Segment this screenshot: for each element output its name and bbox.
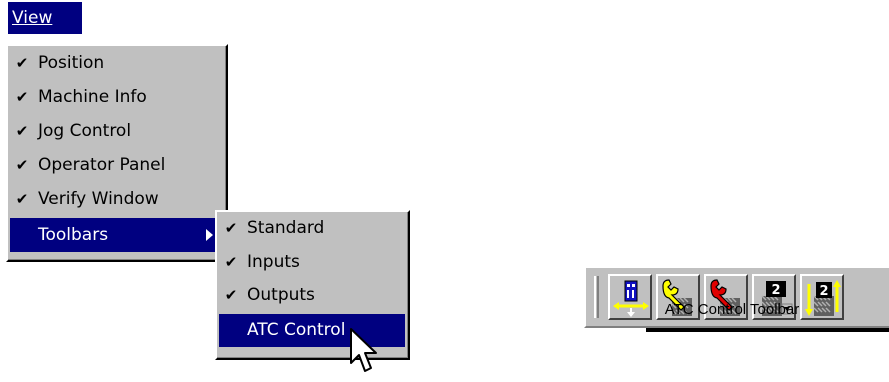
toolbars-submenu: ✔ Standard ✔ Inputs ✔ Outputs ATC Contro… <box>215 210 410 360</box>
check-icon: ✔ <box>15 156 29 174</box>
menu-item-label: Jog Control <box>38 121 132 141</box>
menu-item-label: Machine Info <box>38 87 147 107</box>
submenu-item-label: ATC Control <box>247 320 346 340</box>
menu-item-label: Operator Panel <box>38 155 166 175</box>
atc-tool-spindle-button[interactable] <box>608 274 652 320</box>
submenu-item-outputs[interactable]: ✔ Outputs <box>219 279 405 312</box>
submenu-item-label: Standard <box>247 218 325 238</box>
submenu-item-standard[interactable]: ✔ Standard <box>219 212 405 245</box>
view-dropdown-menu: ✔ Position ✔ Machine Info ✔ Jog Control … <box>6 44 228 262</box>
atc-toolbar-caption: ATC Control Toolbar <box>664 301 800 318</box>
check-icon: ✔ <box>15 122 29 140</box>
check-icon: ✔ <box>15 88 29 106</box>
submenu-arrow-icon <box>206 229 213 241</box>
submenu-item-label: Outputs <box>247 285 315 305</box>
menu-item-operator-panel[interactable]: ✔ Operator Panel <box>10 148 223 182</box>
menu-item-verify-window[interactable]: ✔ Verify Window <box>10 182 223 216</box>
tool-number-text: 2 <box>819 284 828 299</box>
menu-item-label: Position <box>38 53 105 73</box>
tool-number-text: 2 <box>771 283 780 298</box>
menu-item-machine-info[interactable]: ✔ Machine Info <box>10 80 223 114</box>
check-icon: ✔ <box>15 54 29 72</box>
check-icon: ✔ <box>224 253 238 271</box>
check-icon: ✔ <box>15 190 29 208</box>
menu-item-toolbars[interactable]: Toolbars <box>10 218 223 252</box>
view-menu-title-label: View <box>12 8 53 28</box>
menu-item-label: Verify Window <box>38 189 159 209</box>
check-icon: ✔ <box>224 286 238 304</box>
menu-item-jog-control[interactable]: ✔ Jog Control <box>10 114 223 148</box>
menu-item-label: Toolbars <box>38 225 109 245</box>
toolbar-grip[interactable] <box>594 276 599 318</box>
submenu-item-label: Inputs <box>247 252 300 272</box>
check-icon: ✔ <box>224 219 238 237</box>
submenu-item-inputs[interactable]: ✔ Inputs <box>219 246 405 279</box>
tool-spindle-arrows-icon <box>613 280 649 317</box>
view-menu-title[interactable]: View <box>8 2 82 34</box>
mouse-pointer-icon <box>350 328 377 372</box>
menu-item-position[interactable]: ✔ Position <box>10 46 223 80</box>
